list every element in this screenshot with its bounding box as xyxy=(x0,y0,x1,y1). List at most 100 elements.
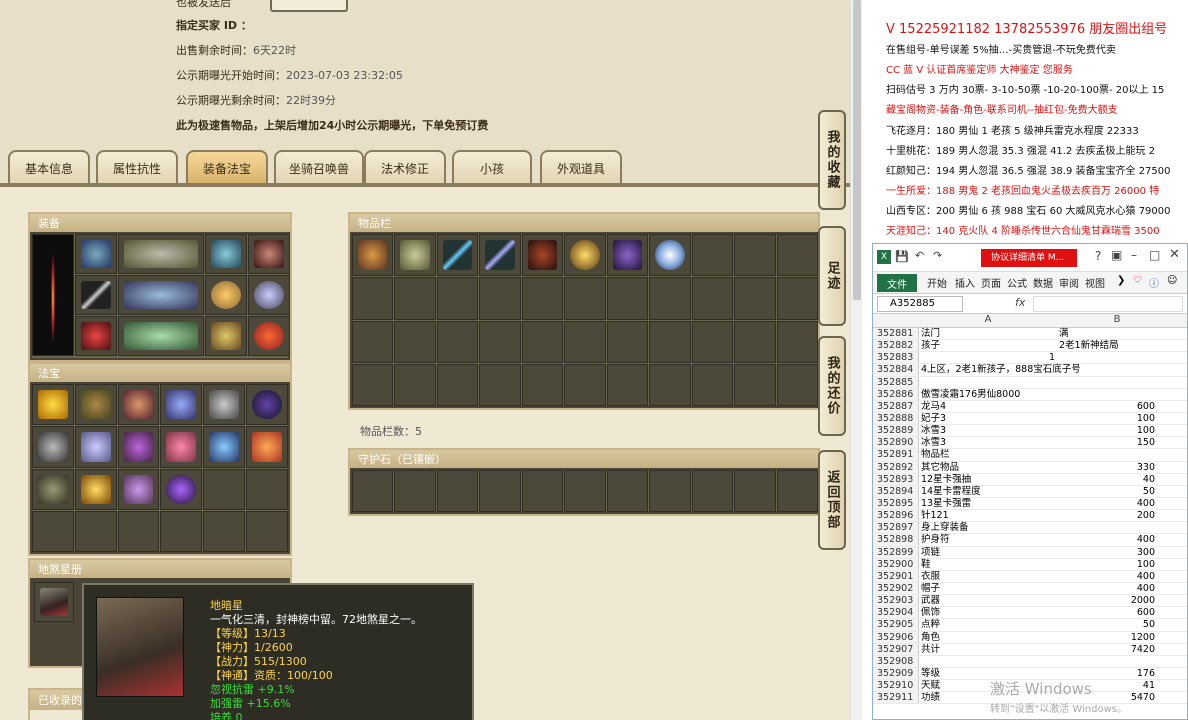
equip-slot-weapon[interactable] xyxy=(75,275,117,315)
cell-a[interactable]: 冰雪3 xyxy=(921,437,1055,449)
cell-a[interactable]: 法门 xyxy=(921,328,1055,340)
fabao-slot[interactable] xyxy=(246,384,288,426)
ribbon-tab-review[interactable]: 审阅 xyxy=(1059,275,1079,290)
cell-a[interactable]: 项链 xyxy=(921,547,1055,559)
cell-a[interactable]: 针121 xyxy=(921,510,1055,522)
fabao-slot[interactable] xyxy=(117,468,160,510)
fabao-slot[interactable] xyxy=(74,426,117,468)
cell-a[interactable]: 4上区，2老1新孩子，888宝石底子号 xyxy=(921,364,1081,376)
row-number[interactable]: 352881 xyxy=(873,328,919,340)
tab-basic-info[interactable]: 基本信息 xyxy=(8,150,90,184)
row-number[interactable]: 352896 xyxy=(873,510,919,522)
row-number[interactable]: 352911 xyxy=(873,692,919,704)
cell-b[interactable]: 200 xyxy=(1055,510,1179,522)
inventory-slot[interactable] xyxy=(394,234,436,277)
row-number[interactable]: 352884 xyxy=(873,364,919,376)
ribbon-tab-view[interactable]: 视图 xyxy=(1085,275,1105,290)
cell-a[interactable]: 佩饰 xyxy=(921,607,1055,619)
close-icon[interactable]: ✕ xyxy=(1169,247,1180,262)
fabao-slot[interactable] xyxy=(160,384,203,426)
row-number[interactable]: 352906 xyxy=(873,631,919,643)
inventory-slot[interactable] xyxy=(606,234,649,277)
disha-slot[interactable] xyxy=(34,582,74,622)
equip-slot-armor2[interactable] xyxy=(118,275,204,315)
cell-a[interactable]: 角色 xyxy=(921,632,1055,644)
equip-slot-cape[interactable] xyxy=(248,234,290,274)
ribbon-tab-file[interactable]: 文件 xyxy=(877,274,917,292)
fabao-slot[interactable] xyxy=(32,384,74,426)
save-icon[interactable]: 💾 xyxy=(895,250,909,263)
fabao-slot[interactable] xyxy=(160,468,203,510)
row-number[interactable]: 352886 xyxy=(873,388,919,400)
fabao-slot[interactable] xyxy=(117,426,160,468)
inventory-slot[interactable] xyxy=(649,234,691,277)
submit-button[interactable] xyxy=(270,0,348,12)
fabao-slot[interactable] xyxy=(74,384,117,426)
cell-a[interactable]: 护身符 xyxy=(921,534,1055,546)
side-tab-back-to-top[interactable]: 返回顶部 xyxy=(818,450,846,550)
inventory-slot[interactable] xyxy=(521,234,564,277)
tab-attributes[interactable]: 属性抗性 xyxy=(96,150,178,184)
maximize-icon[interactable]: □ xyxy=(1149,248,1160,262)
row-number[interactable]: 352899 xyxy=(873,546,919,558)
row-number[interactable]: 352900 xyxy=(873,558,919,570)
cell-b[interactable]: 2000 xyxy=(1055,595,1179,607)
row-number[interactable]: 352909 xyxy=(873,667,919,680)
equip-slot-boots[interactable] xyxy=(118,316,204,356)
row-number[interactable]: 352891 xyxy=(873,449,919,461)
equip-slot-bag[interactable] xyxy=(205,316,247,356)
cell-a[interactable]: 帽子 xyxy=(921,583,1055,595)
cell-a[interactable]: 孩子 xyxy=(921,340,1055,352)
fx-icon[interactable]: fx xyxy=(1015,296,1025,309)
tab-spells[interactable]: 法术修正 xyxy=(364,150,446,184)
row-number[interactable]: 352904 xyxy=(873,607,919,619)
cell-b[interactable]: 100 xyxy=(1055,413,1179,425)
row-number[interactable]: 352889 xyxy=(873,425,919,437)
fabao-slot[interactable] xyxy=(117,384,160,426)
tab-equipment[interactable]: 装备法宝 xyxy=(186,150,268,184)
cell-b[interactable]: 400 xyxy=(1055,534,1179,546)
cell-a[interactable]: 14星卡雷程度 xyxy=(921,486,1055,498)
side-tab-favorites[interactable]: 我的收藏 xyxy=(818,110,846,210)
cell-b[interactable]: 400 xyxy=(1055,583,1179,595)
heart-icon[interactable]: ♡ xyxy=(1133,275,1142,286)
equip-slot-helmet[interactable] xyxy=(75,234,117,274)
cell-a[interactable]: 共计 xyxy=(921,644,1055,656)
cell-b[interactable]: 150 xyxy=(1055,437,1179,449)
cell-b[interactable]: 600 xyxy=(1055,607,1179,619)
cell-a[interactable]: 物品栏 xyxy=(921,449,1055,461)
equip-slot-bracelet[interactable] xyxy=(248,275,290,315)
equip-slot-necklace[interactable] xyxy=(118,234,204,274)
equip-slot-armor[interactable] xyxy=(205,234,247,274)
row-number[interactable]: 352901 xyxy=(873,570,919,582)
cell-b[interactable]: 300 xyxy=(1055,547,1179,559)
cell-b[interactable]: 40 xyxy=(1055,474,1179,486)
equip-slot-ring[interactable] xyxy=(205,275,247,315)
ribbon-tab-home[interactable]: 开始 xyxy=(927,275,947,290)
formula-input[interactable] xyxy=(1033,296,1183,312)
inventory-slot[interactable] xyxy=(352,234,394,277)
row-number[interactable]: 352885 xyxy=(873,376,919,388)
cell-b[interactable]: 400 xyxy=(1055,571,1179,583)
ribbon-tab-formulas[interactable]: 公式 xyxy=(1007,275,1027,290)
cell-b[interactable]: 2老1新神结局 xyxy=(1055,340,1179,352)
inventory-slot[interactable] xyxy=(436,234,479,277)
page-scrollbar[interactable] xyxy=(850,0,862,720)
scrollbar-thumb[interactable] xyxy=(853,0,861,300)
inventory-slot[interactable] xyxy=(479,234,521,277)
cell-a[interactable]: 衣服 xyxy=(921,571,1055,583)
row-number[interactable]: 352888 xyxy=(873,412,919,425)
name-box[interactable]: A352885 xyxy=(877,296,963,312)
cell-b[interactable]: 50 xyxy=(1055,619,1179,631)
redo-icon[interactable]: ↷ xyxy=(933,249,942,262)
row-number[interactable]: 352887 xyxy=(873,400,919,412)
row-number[interactable]: 352903 xyxy=(873,595,919,607)
ribbon-tab-layout[interactable]: 页面 xyxy=(981,275,1001,290)
help-circle-icon[interactable]: ⓘ xyxy=(1149,275,1159,290)
cell-a[interactable]: 鞋 xyxy=(921,559,1055,571)
cell-b[interactable]: 满 xyxy=(1055,328,1179,340)
fabao-slot[interactable] xyxy=(160,426,203,468)
row-number[interactable]: 352902 xyxy=(873,582,919,595)
cell-b[interactable]: 400 xyxy=(1055,498,1179,510)
column-a-header[interactable]: A xyxy=(921,314,1055,325)
